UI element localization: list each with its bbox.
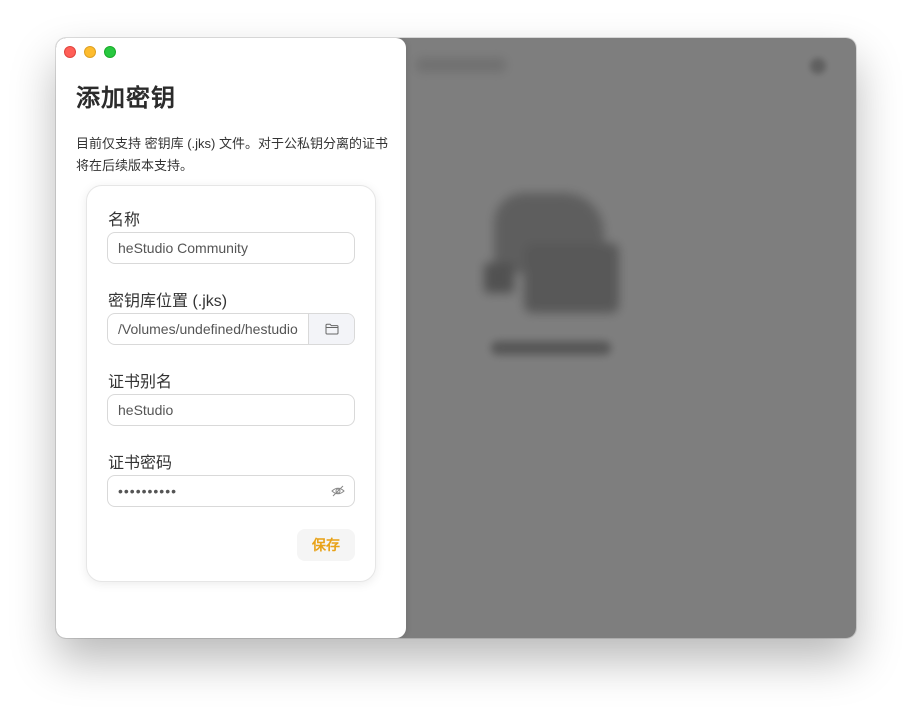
alias-label: 证书别名 [108, 374, 173, 391]
sheet-title: 添加密钥 [76, 85, 176, 112]
alias-input[interactable] [108, 395, 354, 425]
password-input[interactable] [108, 476, 328, 506]
add-key-sheet: 添加密钥 目前仅支持 密钥库 (.jks) 文件。对于公私钥分离的证书将在后续版… [56, 38, 406, 638]
close-window-button[interactable] [64, 46, 76, 58]
toggle-password-button[interactable] [330, 483, 346, 499]
app-window: 添加密钥 目前仅支持 密钥库 (.jks) 文件。对于公私钥分离的证书将在后续版… [56, 38, 856, 638]
keystore-field-wrapper [107, 313, 355, 345]
browse-keystore-button[interactable] [308, 314, 354, 344]
name-input[interactable] [108, 233, 354, 263]
maximize-window-button[interactable] [104, 46, 116, 58]
password-field-wrapper [107, 475, 355, 507]
eye-off-icon [331, 485, 345, 497]
name-field-wrapper [107, 232, 355, 264]
password-label: 证书密码 [108, 455, 173, 472]
minimize-window-button[interactable] [84, 46, 96, 58]
keystore-label: 密钥库位置 (.jks) [108, 293, 228, 310]
save-button[interactable]: 保存 [297, 529, 355, 561]
window-controls [64, 46, 116, 58]
key-form-card: 名称 密钥库位置 (.jks) 证书别名 证书密码 [86, 185, 376, 582]
name-label: 名称 [108, 212, 141, 229]
keystore-path-input[interactable] [108, 314, 308, 344]
sheet-description: 目前仅支持 密钥库 (.jks) 文件。对于公私钥分离的证书将在后续版本支持。 [76, 136, 388, 173]
folder-icon [325, 323, 338, 335]
alias-field-wrapper [107, 394, 355, 426]
